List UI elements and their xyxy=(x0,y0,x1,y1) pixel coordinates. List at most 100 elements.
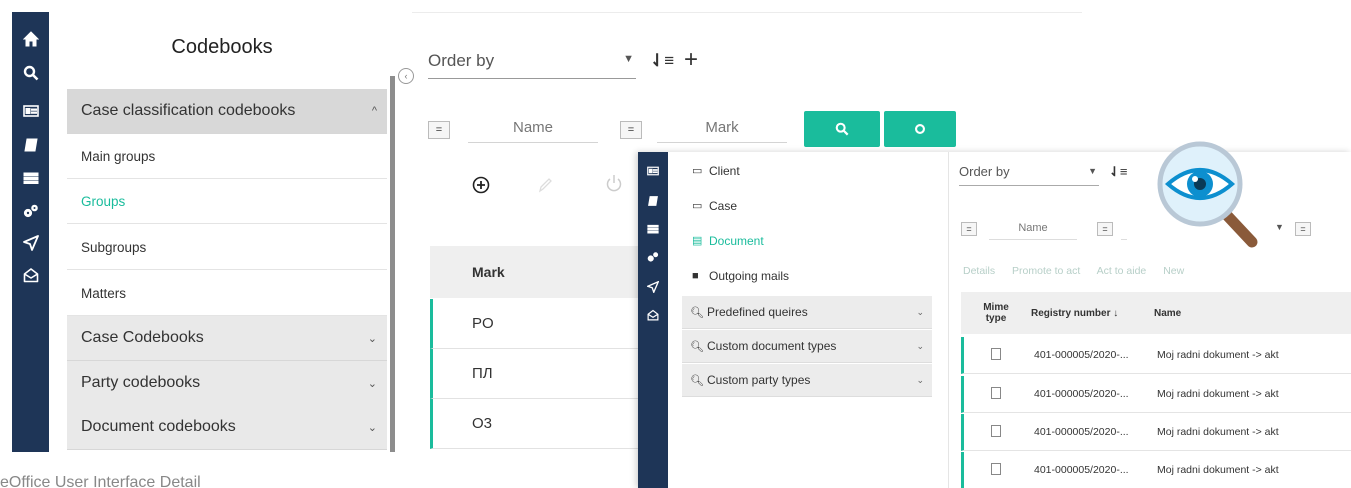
new-action[interactable]: New xyxy=(1163,265,1184,277)
search-icon xyxy=(835,122,849,136)
menu-item-label: Document xyxy=(709,233,764,248)
order-by-select[interactable]: Order by ▼ xyxy=(959,164,1099,186)
search-button[interactable] xyxy=(804,111,880,147)
envelope-open-icon[interactable] xyxy=(12,262,49,288)
deactivate-button[interactable] xyxy=(605,173,623,198)
send-icon[interactable] xyxy=(638,276,668,298)
chevron-down-icon: ⌄ xyxy=(916,340,924,351)
name-cell: Moj radni dokument -> akt xyxy=(1157,426,1279,438)
menu-item-outgoing-mails[interactable]: ■ Outgoing mails xyxy=(690,259,940,292)
registry-number-cell: 401-000005/2020-... xyxy=(1034,388,1129,400)
sidebar-scrollbar[interactable] xyxy=(390,76,395,452)
table-row[interactable]: 401-000005/2020-... Moj radni dokument -… xyxy=(961,337,1351,374)
caption: eOffice User Interface Detail xyxy=(0,474,201,488)
chevron-down-icon: ⌄ xyxy=(916,374,924,385)
sort-icon[interactable]: ⇃≡ xyxy=(1109,164,1127,180)
mark-operator-button[interactable]: = xyxy=(620,121,642,139)
detail-menu: ▭ Client ▭ Case ▤ Document ■ Outgoing mails … xyxy=(668,152,946,488)
mark-filter-input[interactable]: Mark xyxy=(657,113,787,143)
search-icon[interactable] xyxy=(12,60,49,86)
id-card-icon[interactable] xyxy=(12,98,49,124)
column-registry-number[interactable]: Registry number ↓ xyxy=(1031,308,1118,319)
filter-input[interactable] xyxy=(1121,218,1127,240)
table-icon: ▭ xyxy=(692,165,703,177)
sidebar-item-main-groups[interactable]: Main groups xyxy=(67,134,387,179)
sidebar-item-label: Case Codebooks xyxy=(81,329,204,346)
sidebar-item-subgroups[interactable]: Subgroups xyxy=(67,225,387,270)
add-row-button[interactable] xyxy=(472,176,490,199)
document-actions-bar: Details Promote to act Act to aide New xyxy=(963,265,1198,277)
name-operator-button[interactable]: = xyxy=(428,121,450,139)
list-icon[interactable] xyxy=(12,165,49,191)
codebooks-title: Codebooks xyxy=(171,36,273,58)
menu-item-document[interactable]: ▤ Document xyxy=(690,224,940,257)
menu-item-label: Custom document types xyxy=(707,339,837,353)
id-card-icon[interactable] xyxy=(638,160,668,182)
details-action[interactable]: Details xyxy=(963,265,995,277)
menu-group-predefined-queries[interactable]: 🔍︎ Predefined queires ⌄ xyxy=(682,296,932,329)
chevron-down-icon: ⌄ xyxy=(367,377,377,390)
document-icon xyxy=(991,348,1001,360)
cogs-icon[interactable] xyxy=(638,246,668,268)
menu-item-client[interactable]: ▭ Client xyxy=(690,154,940,187)
document-icon: ▤ xyxy=(692,235,703,247)
send-icon[interactable] xyxy=(12,230,49,256)
menu-item-label: Custom party types xyxy=(707,373,811,387)
cogs-icon[interactable] xyxy=(12,198,49,224)
sidebar-item-label: Party codebooks xyxy=(81,374,201,391)
sidebar-item-document-codebooks[interactable]: Document codebooks ⌄ xyxy=(67,405,387,450)
table-row[interactable]: 401-000005/2020-... Moj radni dokument -… xyxy=(961,452,1351,488)
column-name[interactable]: Name xyxy=(1154,308,1181,319)
magnifier-eye-icon xyxy=(1157,141,1258,248)
order-by-label: Order by xyxy=(428,51,495,70)
promote-to-act-action[interactable]: Promote to act xyxy=(1012,265,1080,277)
document-icon xyxy=(991,463,1001,475)
search-icon: 🔍︎ xyxy=(690,306,704,319)
sidebar-item-matters[interactable]: Matters xyxy=(67,271,387,316)
list-icon[interactable] xyxy=(638,218,668,240)
table-header: Mime type Registry number ↓ Name xyxy=(961,292,1351,334)
sidebar-item-label: Matters xyxy=(81,285,127,301)
sort-icon[interactable]: ⇃≡ xyxy=(650,51,674,71)
menu-group-custom-party-types[interactable]: 🔍︎ Custom party types ⌄ xyxy=(682,364,932,397)
menu-group-custom-document-types[interactable]: 🔍︎ Custom document types ⌄ xyxy=(682,330,932,363)
name-cell: Moj radni dokument -> akt xyxy=(1157,464,1279,476)
name-filter-input[interactable]: Name xyxy=(989,218,1077,240)
table-row[interactable]: 401-000005/2020-... Moj radni dokument -… xyxy=(961,414,1351,451)
name-operator-button[interactable]: = xyxy=(961,222,977,236)
folder-icon: ▭ xyxy=(692,200,703,212)
chevron-up-icon: ^ xyxy=(371,105,377,117)
main-icon-rail xyxy=(12,12,49,452)
name-filter-input[interactable]: Name xyxy=(468,113,598,143)
edit-button[interactable] xyxy=(537,176,553,199)
caret-down-icon: ▼ xyxy=(1088,166,1097,176)
sidebar-item-party-codebooks[interactable]: Party codebooks ⌄ xyxy=(67,361,387,406)
book-icon[interactable] xyxy=(12,132,49,158)
sidebar-item-groups[interactable]: Groups xyxy=(67,179,387,224)
column-mime-type[interactable]: Mime type xyxy=(981,302,1011,324)
reset-button[interactable] xyxy=(884,111,956,147)
chevron-down-icon: ⌄ xyxy=(367,332,377,345)
add-icon[interactable]: + xyxy=(684,46,698,74)
sidebar-item-case-classification[interactable]: Case classification codebooks ^ xyxy=(67,89,387,134)
table-row[interactable]: 401-000005/2020-... Moj radni dokument -… xyxy=(961,376,1351,413)
caret-down-icon: ▼ xyxy=(1275,222,1284,232)
order-by-select[interactable]: Order by ▼ xyxy=(428,51,636,79)
home-icon[interactable] xyxy=(12,26,49,52)
document-icon xyxy=(991,387,1001,399)
envelope-open-icon[interactable] xyxy=(638,304,668,326)
registry-number-cell: 401-000005/2020-... xyxy=(1034,426,1129,438)
name-cell: Moj radni dokument -> akt xyxy=(1157,349,1279,361)
operator-button[interactable]: = xyxy=(1295,222,1311,236)
menu-item-label: Predefined queires xyxy=(707,305,808,319)
menu-item-case[interactable]: ▭ Case xyxy=(690,189,940,222)
operator-button[interactable]: = xyxy=(1097,222,1113,236)
plus-circle-icon xyxy=(472,176,490,194)
book-icon[interactable] xyxy=(638,190,668,212)
detail-icon-rail xyxy=(638,152,668,488)
act-to-aide-action[interactable]: Act to aide xyxy=(1097,265,1147,277)
menu-item-label: Outgoing mails xyxy=(709,268,790,283)
sidebar-item-label: Groups xyxy=(81,193,126,209)
sidebar-item-case-codebooks[interactable]: Case Codebooks ⌄ xyxy=(67,316,387,361)
menu-item-label: Client xyxy=(709,163,740,178)
